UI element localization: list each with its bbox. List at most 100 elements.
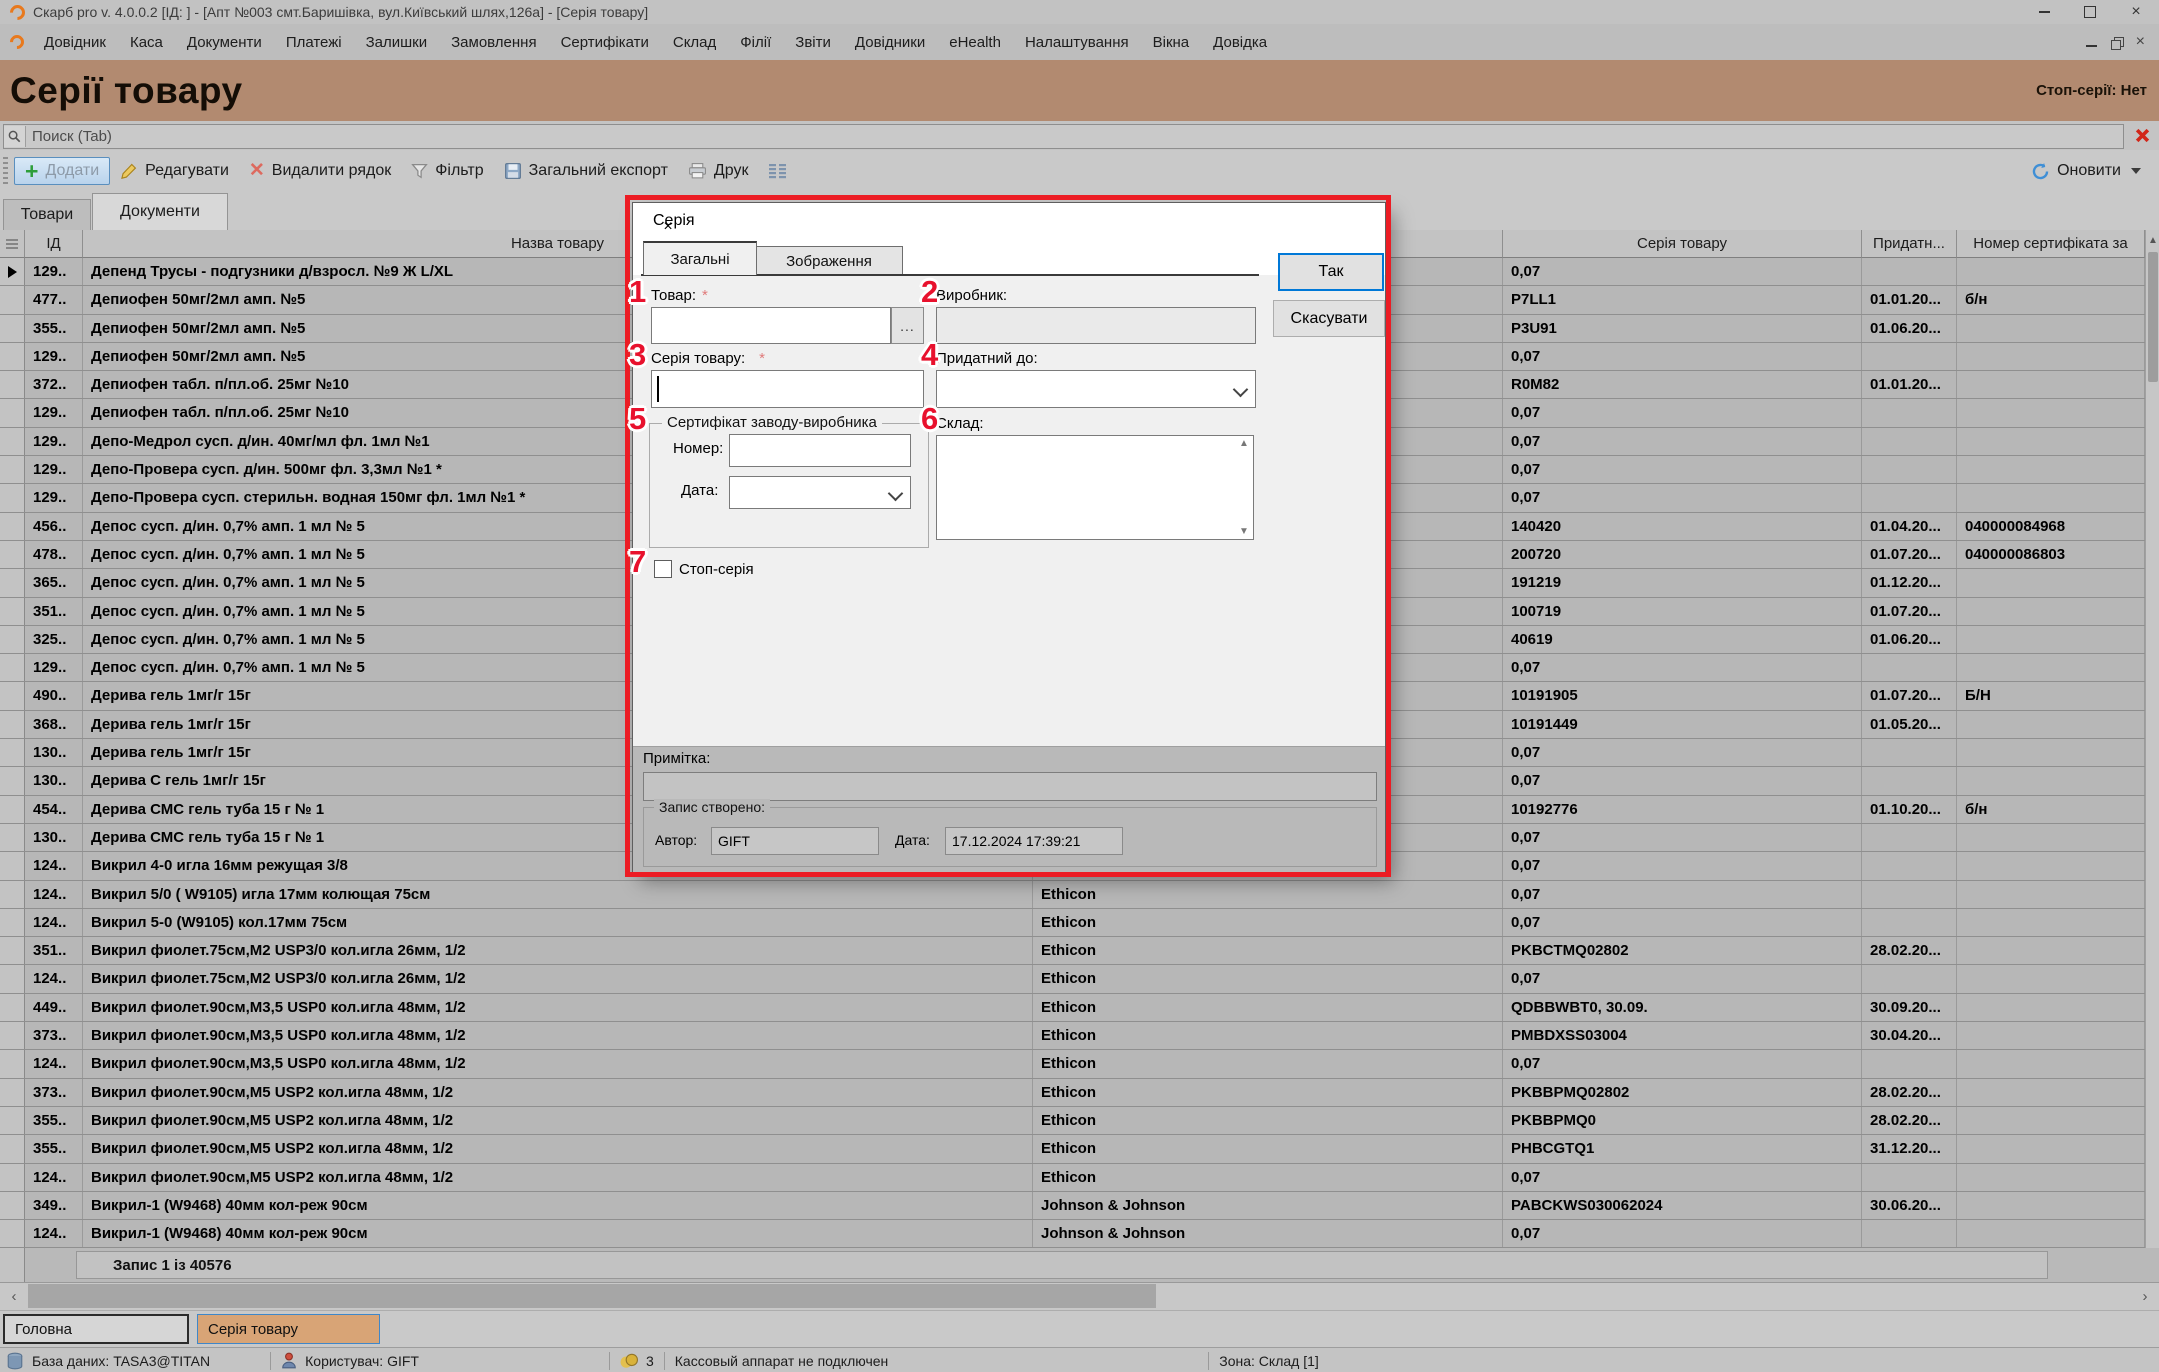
textarea-scrollbar[interactable]: ▲▼ — [1237, 438, 1251, 537]
row-indicator-cell — [0, 1050, 25, 1077]
product-browse-button[interactable]: ... — [891, 307, 924, 344]
restore-button[interactable] — [2067, 0, 2113, 24]
vertical-scroll-thumb[interactable] — [2148, 252, 2158, 382]
column-header-1[interactable]: ІД — [25, 230, 83, 258]
table-row[interactable]: 349..Викрил-1 (W9468) 40мм кол-реж 90смJ… — [0, 1192, 2145, 1220]
menu-item-1[interactable]: Каса — [118, 25, 175, 60]
table-row[interactable]: 355..Викрил фиолет.90см,М5 USP2 кол.игла… — [0, 1135, 2145, 1163]
scroll-up-icon[interactable]: ▲ — [1239, 438, 1249, 449]
table-row[interactable]: 124..Викрил 5/0 ( W9105) игла 17мм колющ… — [0, 881, 2145, 909]
column-header-6[interactable]: Номер сертифіката за — [1957, 230, 2145, 258]
menu-item-0[interactable]: Довідник — [32, 25, 118, 60]
cert-group-label: Сертифікат заводу-виробника — [662, 414, 882, 431]
tab-goods[interactable]: Товари — [3, 199, 91, 230]
menu-item-8[interactable]: Філії — [728, 25, 783, 60]
edit-button[interactable]: Редагувати — [110, 158, 239, 184]
vertical-scrollbar[interactable]: ▲ ▼ — [2145, 230, 2159, 1282]
cell-series: P7LL1 — [1503, 286, 1862, 313]
table-row[interactable]: 449..Викрил фиолет.90см,М3,5 USP0 кол.иг… — [0, 994, 2145, 1022]
cell-manufacturer: Ethicon — [1033, 965, 1503, 992]
table-row[interactable]: 351..Викрил фиолет.75см,М2 USP3/0 кол.иг… — [0, 937, 2145, 965]
menu-item-5[interactable]: Замовлення — [439, 25, 548, 60]
table-row[interactable]: 373..Викрил фиолет.90см,М5 USP2 кол.игла… — [0, 1079, 2145, 1107]
menu-item-9[interactable]: Звіти — [783, 25, 843, 60]
refresh-dropdown-icon[interactable] — [2131, 168, 2141, 174]
cell-certificate — [1957, 1164, 2145, 1191]
cell-series: 0,07 — [1503, 343, 1862, 370]
table-row[interactable]: 124..Викрил фиолет.90см,М5 USP2 кол.игла… — [0, 1164, 2145, 1192]
cell-valid-until: 01.10.20... — [1862, 796, 1957, 823]
search-input[interactable]: Поиск (Tab) — [3, 124, 2124, 149]
cell-series: 0,07 — [1503, 484, 1862, 511]
table-row[interactable]: 124..Викрил фиолет.90см,М3,5 USP0 кол.иг… — [0, 1050, 2145, 1078]
table-row[interactable]: 124..Викрил-1 (W9468) 40мм кол-реж 90смJ… — [0, 1220, 2145, 1248]
scroll-down-icon[interactable]: ▼ — [1239, 526, 1249, 537]
menu-item-2[interactable]: Документи — [175, 25, 274, 60]
add-button[interactable]: + Додати — [14, 157, 110, 185]
table-row[interactable]: 124..Викрил фиолет.75см,М2 USP3/0 кол.иг… — [0, 965, 2145, 993]
menu-item-13[interactable]: Вікна — [1141, 25, 1202, 60]
cell-certificate — [1957, 767, 2145, 794]
cert-date-combo[interactable] — [729, 476, 911, 509]
tab-documents[interactable]: Документи — [92, 193, 228, 230]
filter-button[interactable]: Фільтр — [401, 158, 493, 184]
window-tab-series[interactable]: Серія товару — [197, 1314, 380, 1344]
column-chooser-button[interactable] — [758, 158, 798, 184]
cell-valid-until — [1862, 767, 1957, 794]
mdi-close-button[interactable]: × — [2136, 33, 2145, 51]
minimize-button[interactable] — [2021, 0, 2067, 24]
cancel-button[interactable]: Скасувати — [1273, 300, 1385, 337]
ok-button[interactable]: Так — [1278, 253, 1384, 291]
note-label: Примітка: — [643, 750, 710, 767]
menu-item-4[interactable]: Залишки — [354, 25, 440, 60]
window-tab-home[interactable]: Головна — [3, 1314, 189, 1344]
menu-item-14[interactable]: Довідка — [1201, 25, 1279, 60]
cell-name: Викрил фиолет.90см,М3,5 USP0 кол.игла 48… — [83, 1022, 1033, 1049]
menu-item-11[interactable]: eHealth — [937, 25, 1013, 60]
column-header-0[interactable] — [0, 230, 25, 258]
valid-until-combo[interactable] — [936, 370, 1256, 408]
cell-valid-until: 30.09.20... — [1862, 994, 1957, 1021]
export-button[interactable]: Загальний експорт — [494, 158, 678, 184]
dialog-tab-general[interactable]: Загальні — [643, 241, 757, 275]
row-indicator-cell — [0, 824, 25, 851]
menu-item-6[interactable]: Сертифікати — [549, 25, 661, 60]
column-header-4[interactable]: Серія товару — [1503, 230, 1862, 258]
toolbar-grip[interactable] — [3, 157, 8, 185]
table-row[interactable]: 373..Викрил фиолет.90см,М3,5 USP0 кол.иг… — [0, 1022, 2145, 1050]
horizontal-scroll-thumb[interactable] — [28, 1284, 1156, 1308]
note-input[interactable] — [643, 772, 1377, 801]
clear-search-button[interactable] — [2130, 124, 2154, 147]
mdi-restore-button[interactable] — [2111, 37, 2122, 48]
created-date-value: 17.12.2024 17:39:21 — [945, 827, 1123, 855]
printer-icon — [688, 162, 707, 180]
cell-id: 130.. — [25, 739, 83, 766]
scroll-up-icon[interactable]: ▲ — [2146, 230, 2159, 250]
menu-item-12[interactable]: Налаштування — [1013, 25, 1141, 60]
series-input[interactable] — [651, 370, 924, 408]
refresh-button[interactable]: Оновити — [2031, 162, 2159, 181]
product-input[interactable] — [651, 307, 891, 344]
menu-item-3[interactable]: Платежі — [274, 25, 354, 60]
mdi-minimize-button[interactable] — [2086, 34, 2097, 51]
scroll-left-icon[interactable]: ‹ — [0, 1282, 28, 1310]
dialog-close-icon[interactable]: × — [653, 212, 683, 242]
menu-item-7[interactable]: Склад — [661, 25, 728, 60]
stock-textarea[interactable]: ▲▼ — [936, 435, 1254, 540]
delete-row-button[interactable]: ✕ Видалити рядок — [239, 158, 401, 184]
cell-manufacturer: Ethicon — [1033, 881, 1503, 908]
column-header-5[interactable]: Придатн... — [1862, 230, 1957, 258]
table-row[interactable]: 355..Викрил фиолет.90см,М5 USP2 кол.игла… — [0, 1107, 2145, 1135]
table-row[interactable]: 124..Викрил 5-0 (W9105) кол.17мм 75смEth… — [0, 909, 2145, 937]
cert-number-input[interactable] — [729, 434, 911, 467]
scroll-right-icon[interactable]: › — [2131, 1282, 2159, 1310]
horizontal-scrollbar[interactable]: ‹ › — [0, 1282, 2159, 1310]
menu-items: ДовідникКасаДокументиПлатежіЗалишкиЗамов… — [32, 25, 1279, 60]
cell-valid-until: 01.06.20... — [1862, 626, 1957, 653]
print-button[interactable]: Друк — [678, 158, 759, 184]
close-button[interactable]: × — [2113, 0, 2159, 24]
cell-name: Викрил фиолет.90см,М3,5 USP0 кол.игла 48… — [83, 1050, 1033, 1077]
stop-series-checkbox[interactable] — [654, 560, 672, 578]
menu-item-10[interactable]: Довідники — [843, 25, 937, 60]
dialog-tab-images[interactable]: Зображення — [755, 246, 903, 275]
